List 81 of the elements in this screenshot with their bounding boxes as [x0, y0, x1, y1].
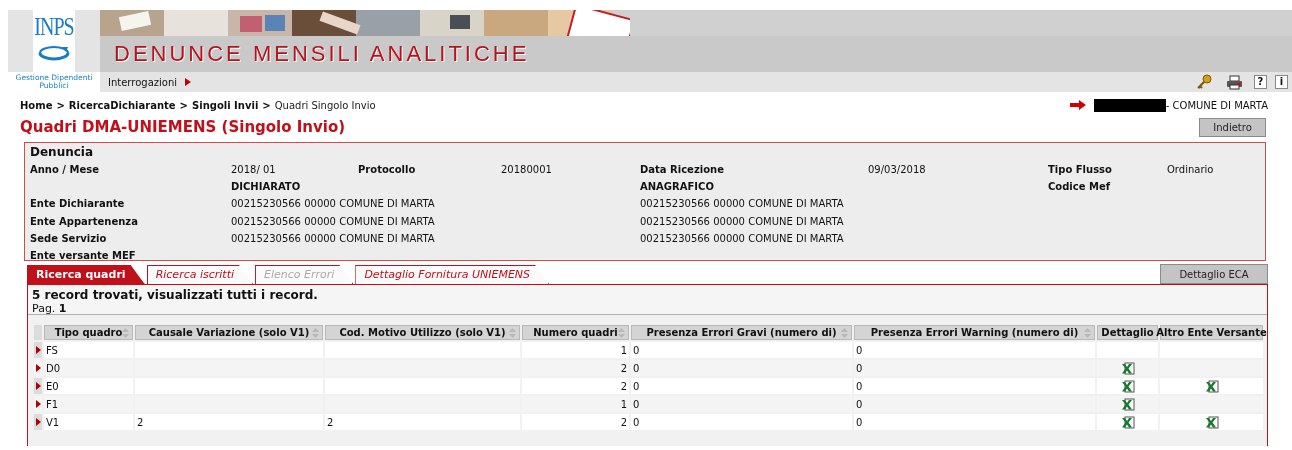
table-cell: E0 — [44, 378, 133, 394]
user-name: - COMUNE DI MARTA — [1165, 99, 1268, 111]
table-cell: FS — [44, 342, 133, 358]
result-count: 5 record trovati, visualizzati tutti i record. — [32, 288, 319, 302]
app-title: DENUNCE MENSILI ANALITICHE — [114, 41, 530, 67]
field-value: 00215230566 00000 COMUNE DI MARTA — [231, 215, 436, 227]
breadcrumb-link[interactable]: Singoli Invii — [192, 99, 259, 111]
table-cell: 0 — [854, 342, 1095, 358]
printer-icon — [1226, 74, 1243, 90]
help-button[interactable]: i — [1275, 75, 1288, 89]
breadcrumb-current: Quadri Singolo Invio — [274, 99, 376, 111]
field-value: Ordinario — [1167, 164, 1215, 176]
table-cell: 2 — [135, 414, 323, 430]
field-label: Sede Servizio — [30, 232, 108, 244]
sort-icon — [1084, 327, 1091, 338]
menu-item[interactable]: Interrogazioni — [108, 76, 192, 88]
table-cell: V1 — [44, 414, 133, 430]
sort-icon — [618, 327, 625, 338]
breadcrumb-separator: > — [262, 99, 271, 111]
arrow-icon — [1069, 100, 1086, 110]
tab[interactable]: Ricerca quadri — [27, 265, 145, 284]
tab: Elenco Errori — [255, 265, 354, 284]
section-title: Denuncia — [30, 145, 95, 161]
spreadsheet-icon[interactable] — [1120, 379, 1135, 393]
spreadsheet-icon[interactable] — [1204, 415, 1219, 429]
field-label: ANAGRAFICO — [640, 181, 715, 193]
breadcrumb-link[interactable]: Home — [20, 99, 53, 111]
page-title: Quadri DMA-UNIEMENS (Singolo Invio) — [20, 118, 346, 136]
back-button[interactable]: Indietro — [1199, 117, 1266, 137]
help-button[interactable]: ? — [1254, 75, 1267, 89]
breadcrumb-link[interactable]: RicercaDichiarante — [68, 99, 176, 111]
spreadsheet-icon[interactable] — [1120, 397, 1135, 411]
table-cell: 0 — [854, 378, 1095, 394]
field-label: Ente Appartenenza — [30, 215, 139, 227]
field-label: Ente versante MEF — [30, 250, 137, 262]
key-icon — [1196, 74, 1212, 90]
field-label: Protocollo — [358, 164, 417, 176]
spreadsheet-icon[interactable] — [1120, 415, 1135, 429]
sort-icon — [509, 327, 516, 338]
field-label: Codice Mef — [1048, 181, 1112, 193]
field-label: Data Ricezione — [640, 164, 725, 176]
breadcrumb-separator: > — [56, 99, 65, 111]
spreadsheet-icon[interactable] — [1204, 379, 1219, 393]
column-header[interactable]: Causale Variazione (solo V1) — [135, 325, 323, 340]
caret-icon — [185, 78, 192, 86]
field-label: DICHIARATO — [231, 181, 302, 193]
table-cell: 0 — [854, 414, 1095, 430]
table-cell: 2 — [325, 414, 520, 430]
tab[interactable]: Ricerca iscritti — [146, 265, 254, 284]
eca-button[interactable]: Dettaglio ECA — [1160, 264, 1268, 284]
table-cell: 0 — [631, 414, 852, 430]
sort-icon — [841, 327, 848, 338]
field-value: 2018/ 01 — [231, 164, 277, 176]
arrows-icon — [36, 44, 72, 62]
field-value: 00215230566 00000 COMUNE DI MARTA — [640, 198, 845, 210]
table-cell: 0 — [631, 378, 852, 394]
field-value: 20180001 — [501, 164, 553, 176]
column-header[interactable]: Numero quadri — [522, 325, 629, 340]
column-header[interactable]: Tipo quadro — [44, 325, 133, 340]
tab[interactable]: Dettaglio Fornitura UNIEMENS — [355, 265, 550, 284]
sort-icon — [312, 327, 319, 338]
field-value: 09/03/2018 — [868, 164, 927, 176]
table-cell: 0 — [631, 342, 852, 358]
field-value: 00215230566 00000 COMUNE DI MARTA — [640, 232, 845, 244]
column-header[interactable]: Presenza Errori Gravi (numero di) — [631, 325, 852, 340]
inps-logo: INPS — [33, 10, 75, 72]
column-header[interactable]: Cod. Motivo Utilizzo (solo V1) — [325, 325, 520, 340]
table-cell: 2 — [522, 378, 629, 394]
column-header[interactable]: Presenza Errori Warning (numero di) — [854, 325, 1095, 340]
spreadsheet-icon[interactable] — [1120, 361, 1135, 375]
field-value: 00215230566 00000 COMUNE DI MARTA — [640, 215, 845, 227]
table-cell: 2 — [522, 414, 629, 430]
field-label: Anno / Mese — [30, 164, 100, 176]
table-cell: 1 — [522, 342, 629, 358]
field-value: 00215230566 00000 COMUNE DI MARTA — [231, 232, 436, 244]
field-label: Tipo Flusso — [1048, 164, 1113, 176]
page-number: Pag. 1 — [32, 302, 68, 315]
breadcrumb-separator: > — [179, 99, 188, 111]
field-label: Ente Dichiarante — [30, 198, 126, 210]
sort-icon — [122, 327, 129, 338]
field-value: 00215230566 00000 COMUNE DI MARTA — [231, 198, 436, 210]
